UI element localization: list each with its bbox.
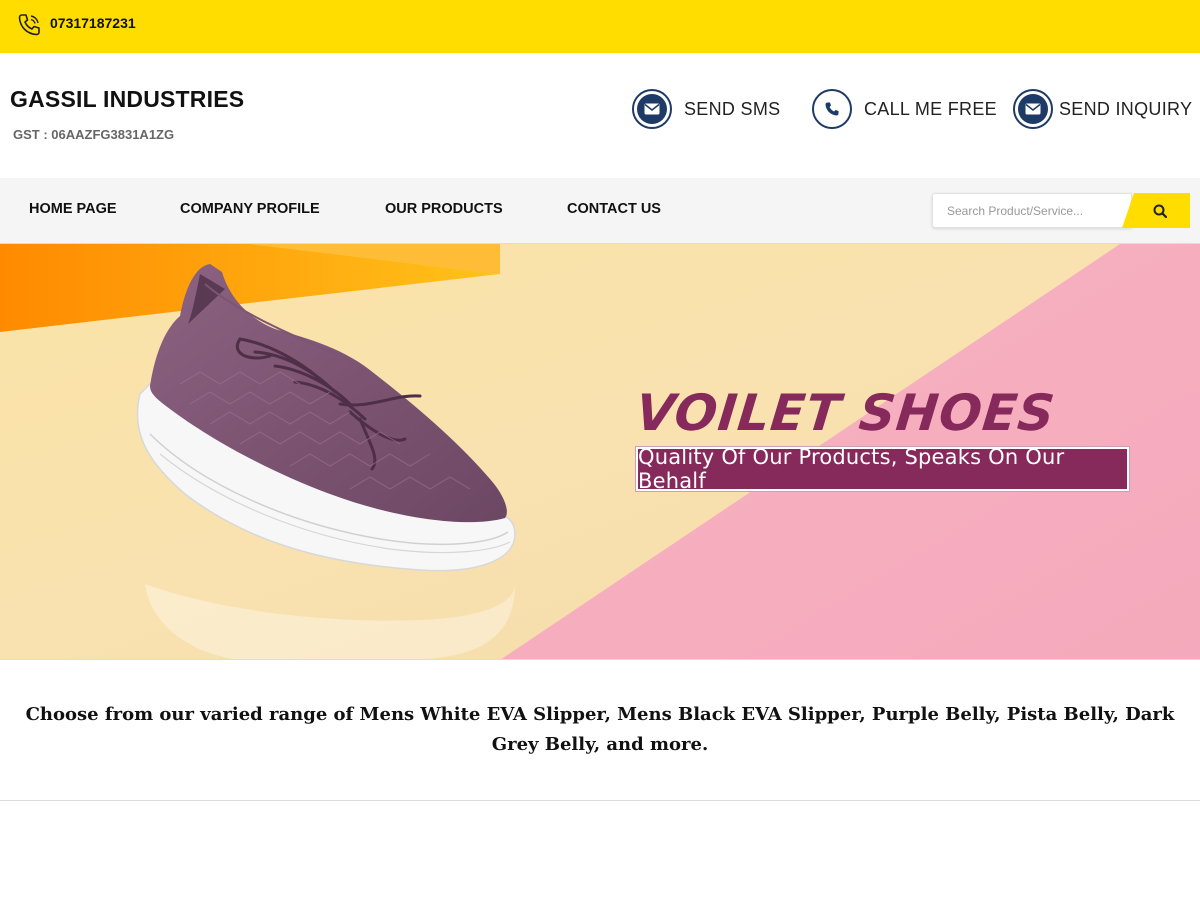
- phone-number[interactable]: 07317187231: [50, 15, 136, 31]
- nav-home-page[interactable]: HOME PAGE: [29, 201, 117, 217]
- search-button[interactable]: [1122, 193, 1190, 228]
- envelope-icon: [1013, 89, 1053, 129]
- search-box: [932, 193, 1190, 228]
- main-nav: HOME PAGE COMPANY PROFILE OUR PRODUCTS C…: [0, 178, 1200, 244]
- banner-tagline: Quality Of Our Products, Speaks On Our B…: [636, 445, 1129, 493]
- envelope-icon: [632, 89, 672, 129]
- send-sms-button[interactable]: SEND SMS: [632, 89, 780, 129]
- phone-icon: [16, 12, 42, 38]
- intro-text: Choose from our varied range of Mens Whi…: [25, 704, 1175, 755]
- gst-number: GST : 06AAZFG3831A1ZG: [13, 127, 175, 142]
- nav-contact-us[interactable]: CONTACT US: [567, 201, 661, 217]
- call-me-free-label: CALL ME FREE: [864, 98, 997, 119]
- send-inquiry-label: SEND INQUIRY: [1059, 98, 1193, 119]
- top-bar: 07317187231: [0, 0, 1200, 53]
- company-name[interactable]: GASSIL INDUSTRIES: [10, 86, 244, 113]
- call-me-free-button[interactable]: CALL ME FREE: [812, 89, 997, 129]
- search-input[interactable]: [932, 193, 1132, 228]
- nav-our-products[interactable]: OUR PRODUCTS: [385, 201, 503, 217]
- phone-icon: [812, 89, 852, 129]
- hero-banner[interactable]: VOILET SHOES Quality Of Our Products, Sp…: [0, 244, 1200, 660]
- nav-company-profile[interactable]: COMPANY PROFILE: [180, 201, 320, 217]
- banner-title: VOILET SHOES: [632, 384, 1059, 442]
- send-sms-label: SEND SMS: [684, 98, 781, 119]
- send-inquiry-button[interactable]: SEND INQUIRY: [1013, 89, 1192, 129]
- site-header: GASSIL INDUSTRIES GST : 06AAZFG3831A1ZG …: [0, 53, 1200, 178]
- intro-section: Choose from our varied range of Mens Whi…: [0, 660, 1200, 801]
